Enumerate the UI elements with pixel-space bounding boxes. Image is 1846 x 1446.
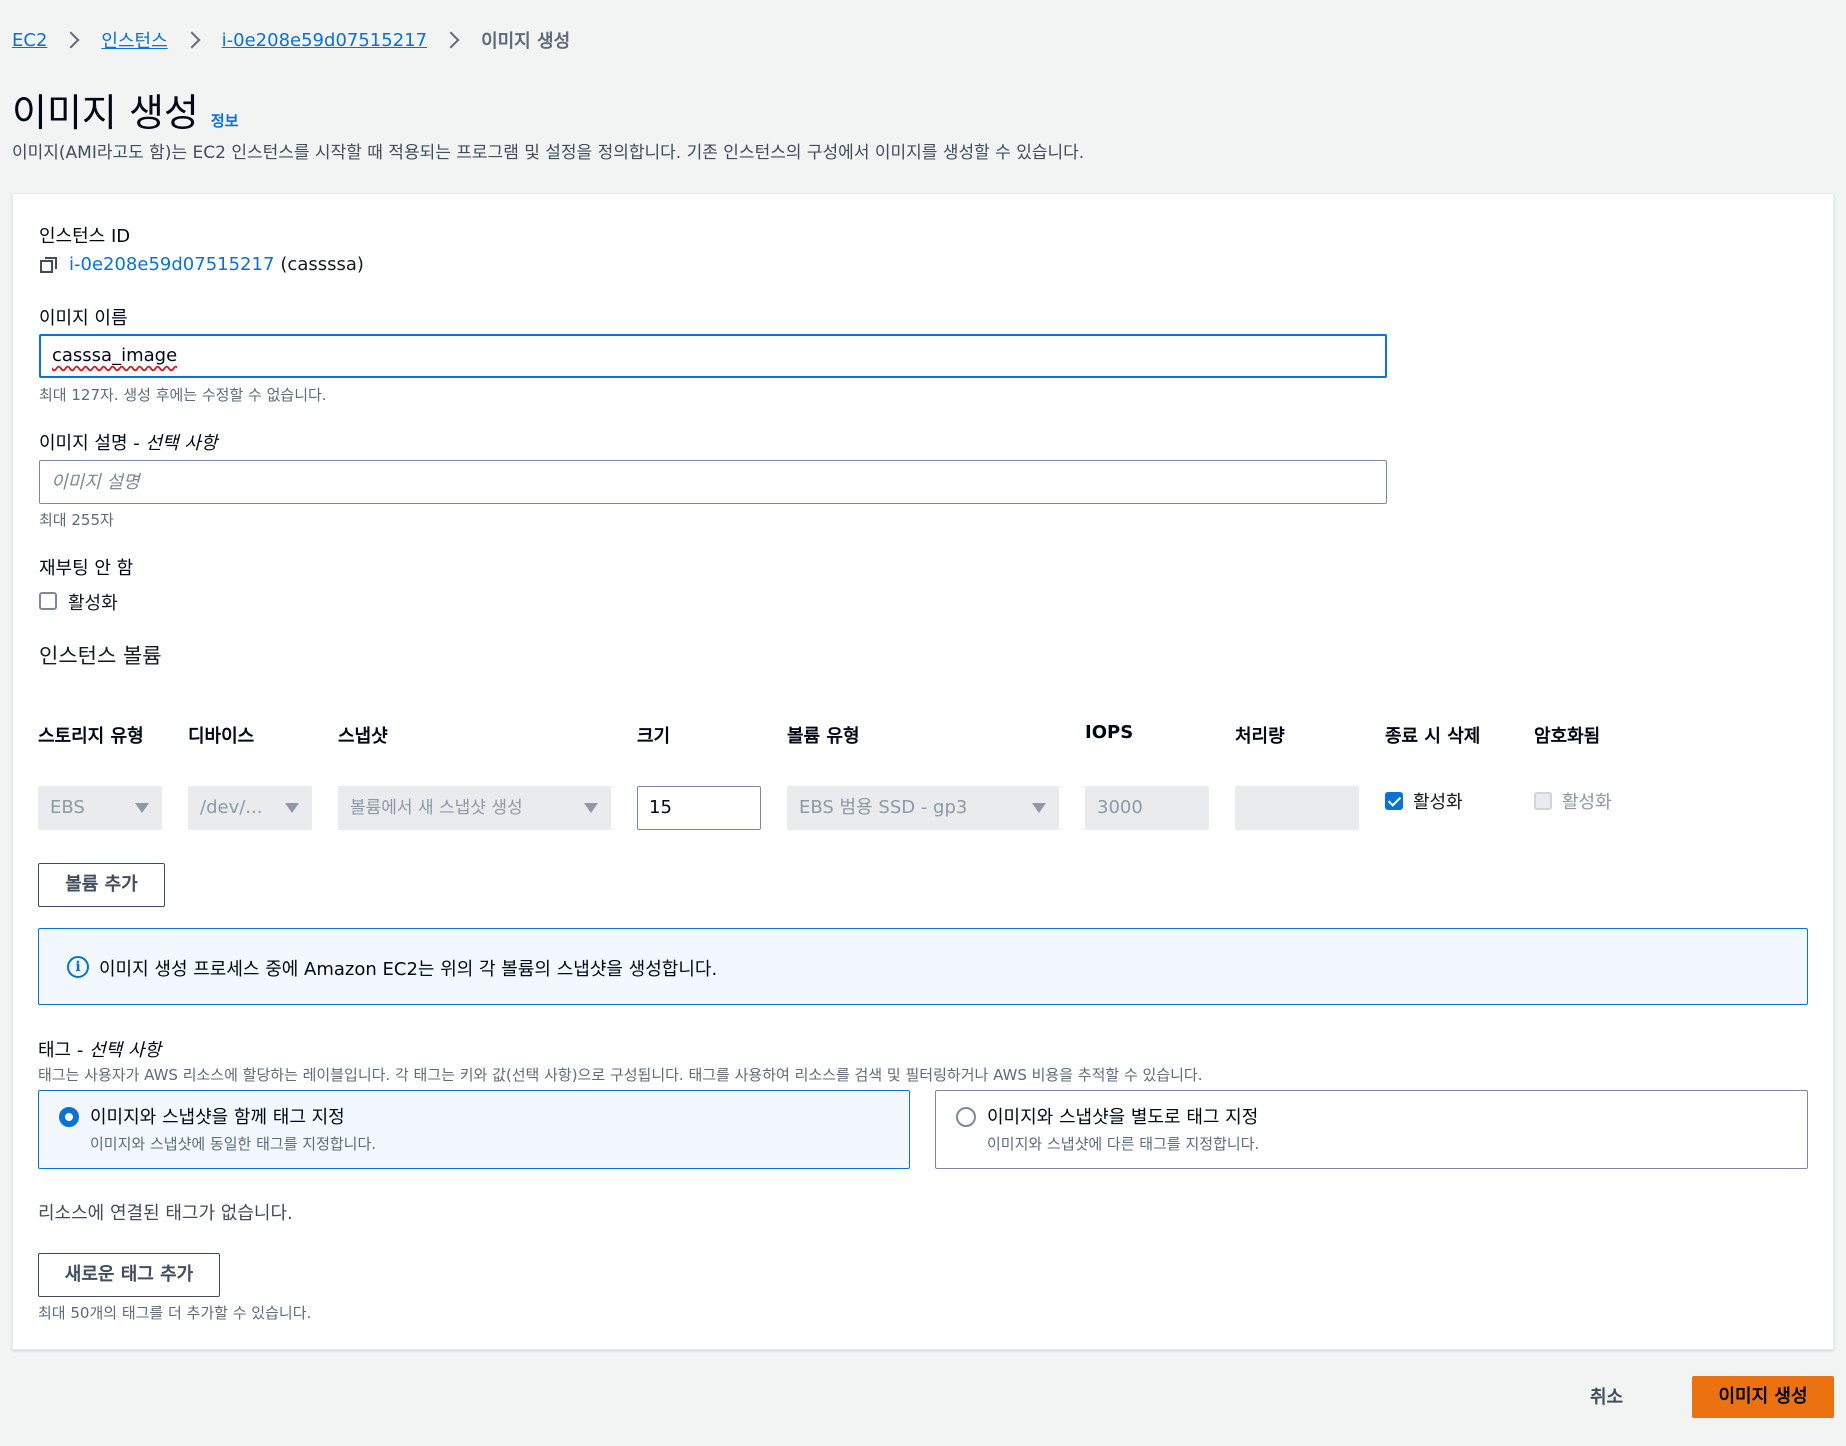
volume-type-select: EBS 범용 SSD - gp3 (787, 786, 1059, 830)
create-image-button[interactable]: 이미지 생성 (1692, 1376, 1834, 1418)
info-alert-message: 이미지 생성 프로세스 중에 Amazon EC2는 위의 각 볼륨의 스냅샷을… (99, 959, 718, 980)
iops-value: 3000 (1097, 797, 1143, 818)
image-description-hint: 최대 255자 (39, 511, 114, 529)
chevron-right-icon (442, 31, 460, 49)
encrypted-checkbox (1534, 792, 1552, 810)
caret-down-icon (584, 803, 598, 813)
tag-separate-radio[interactable] (956, 1107, 976, 1127)
optional-label: 선택 사항 (145, 433, 218, 454)
device-value: /dev/... (200, 797, 263, 818)
breadcrumb-instance-id[interactable]: i-0e208e59d07515217 (222, 30, 427, 51)
iops-input: 3000 (1085, 786, 1209, 830)
caret-down-icon (135, 803, 149, 813)
delete-on-termination-checkbox[interactable] (1385, 792, 1403, 810)
no-reboot-checkbox-label: 활성화 (68, 593, 118, 614)
instance-volumes-title: 인스턴스 볼륨 (39, 644, 162, 668)
instance-id-label: 인스턴스 ID (39, 226, 131, 247)
breadcrumb-instances[interactable]: 인스턴스 (101, 27, 167, 53)
column-volume-type: 볼륨 유형 (787, 726, 860, 747)
tags-label: 태그 - 선택 사항 (38, 1036, 161, 1062)
optional-label: 선택 사항 (89, 1040, 162, 1061)
column-throughput: 처리량 (1235, 726, 1285, 747)
page-title: 이미지 생성 정보 (12, 82, 239, 137)
breadcrumb-current: 이미지 생성 (481, 31, 571, 52)
delete-on-termination-label: 활성화 (1413, 792, 1463, 813)
caret-down-icon (1032, 803, 1046, 813)
image-name-hint: 최대 127자. 생성 후에는 수정할 수 없습니다. (39, 386, 327, 404)
no-reboot-label: 재부팅 안 함 (39, 558, 134, 579)
column-encrypted: 암호화됨 (1534, 726, 1601, 747)
storage-type-value: EBS (50, 797, 85, 818)
tag-separate-option[interactable]: 이미지와 스냅샷을 별도로 태그 지정 이미지와 스냅샷에 다른 태그를 지정합… (935, 1090, 1808, 1169)
image-name-label: 이미지 이름 (39, 308, 128, 329)
create-image-panel: 인스턴스 ID i-0e208e59d07515217 (cassssa) 이미… (12, 193, 1834, 1350)
column-delete-on-termination: 종료 시 삭제 (1385, 726, 1481, 747)
volume-type-value: EBS 범용 SSD - gp3 (799, 797, 968, 818)
throughput-input (1235, 786, 1359, 830)
column-size: 크기 (637, 726, 671, 747)
tag-together-radio[interactable] (59, 1107, 79, 1127)
image-description-input[interactable] (39, 460, 1387, 504)
snapshot-value: 볼륨에서 새 스냅샷 생성 (350, 798, 523, 818)
page-title-text: 이미지 생성 (12, 91, 199, 135)
image-name-value: casssa_image (52, 345, 178, 366)
image-description-label: 이미지 설명 - 선택 사항 (39, 429, 217, 455)
breadcrumb: EC2 인스턴스 i-0e208e59d07515217 이미지 생성 (12, 27, 571, 53)
info-link[interactable]: 정보 (211, 110, 239, 131)
no-reboot-checkbox[interactable] (39, 592, 57, 610)
column-snapshot: 스냅샷 (338, 726, 388, 747)
instance-name: (cassssa) (280, 254, 364, 275)
snapshot-select: 볼륨에서 새 스냅샷 생성 (338, 786, 611, 830)
tag-together-option[interactable]: 이미지와 스냅샷을 함께 태그 지정 이미지와 스냅샷에 동일한 태그를 지정합… (38, 1090, 910, 1169)
encrypted-label: 활성화 (1562, 792, 1612, 813)
page-description: 이미지(AMI라고도 함)는 EC2 인스턴스를 시작할 때 적용되는 프로그램… (12, 143, 1085, 163)
image-name-input[interactable]: casssa_image (39, 334, 1387, 378)
copy-icon[interactable] (39, 255, 59, 275)
column-iops: IOPS (1085, 722, 1134, 743)
tags-label-text: 태그 - (38, 1040, 90, 1061)
add-volume-button[interactable]: 볼륨 추가 (38, 863, 165, 907)
cancel-button[interactable]: 취소 (1590, 1378, 1623, 1418)
breadcrumb-ec2[interactable]: EC2 (12, 30, 47, 51)
tag-separate-description: 이미지와 스냅샷에 다른 태그를 지정합니다. (987, 1135, 1260, 1153)
chevron-right-icon (62, 31, 80, 49)
add-tag-button[interactable]: 새로운 태그 추가 (38, 1253, 220, 1297)
tag-separate-title: 이미지와 스냅샷을 별도로 태그 지정 (987, 1107, 1259, 1128)
size-input[interactable]: 15 (637, 786, 761, 830)
instance-id-link[interactable]: i-0e208e59d07515217 (69, 254, 274, 275)
size-value: 15 (649, 797, 672, 818)
tag-together-description: 이미지와 스냅샷에 동일한 태그를 지정합니다. (90, 1135, 377, 1153)
info-icon: i (67, 956, 89, 978)
no-tags-message: 리소스에 연결된 태그가 없습니다. (38, 1203, 293, 1224)
caret-down-icon (285, 803, 299, 813)
info-alert: i 이미지 생성 프로세스 중에 Amazon EC2는 위의 각 볼륨의 스냅… (38, 928, 1808, 1005)
tags-description: 태그는 사용자가 AWS 리소스에 할당하는 레이블입니다. 각 태그는 키와 … (38, 1066, 1203, 1084)
column-device: 디바이스 (188, 726, 255, 747)
tag-together-title: 이미지와 스냅샷을 함께 태그 지정 (90, 1107, 345, 1128)
instance-id-row: i-0e208e59d07515217 (cassssa) (39, 254, 364, 275)
column-storage-type: 스토리지 유형 (38, 726, 144, 747)
storage-type-select: EBS (38, 786, 162, 830)
device-select: /dev/... (188, 786, 312, 830)
image-description-label-text: 이미지 설명 - (39, 433, 146, 454)
chevron-right-icon (183, 31, 201, 49)
tag-limit-hint: 최대 50개의 태그를 더 추가할 수 있습니다. (38, 1304, 312, 1322)
